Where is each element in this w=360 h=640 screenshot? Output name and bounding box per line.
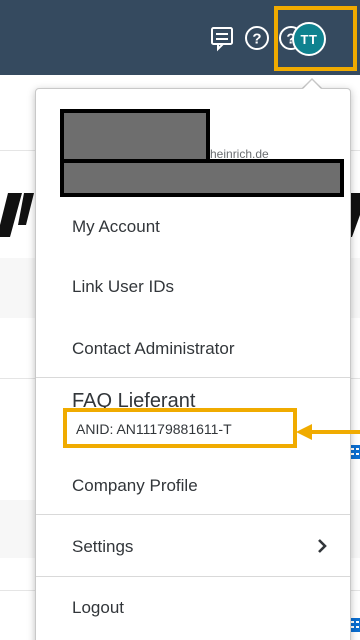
popover-arrow-fill (302, 80, 322, 90)
menu-separator (36, 514, 350, 515)
menu-separator (36, 377, 350, 378)
menu-item-contact-administrator[interactable]: Contact Administrator (72, 339, 235, 359)
menu-separator (36, 576, 350, 577)
callout-arrow-icon (296, 424, 360, 440)
anid-label: ANID: AN11179881611-T (76, 421, 232, 437)
chevron-right-icon (316, 538, 328, 554)
redacted-user-email (60, 159, 344, 197)
user-menu-popover: heinrich.de My Account Link User IDs Con… (35, 88, 351, 640)
avatar-highlight: TT (274, 6, 357, 71)
anid-highlight: ANID: AN11179881611-T (63, 408, 297, 448)
menu-item-logout[interactable]: Logout (72, 598, 124, 618)
top-bar: ? ? TT (0, 0, 360, 75)
feedback-icon[interactable] (208, 24, 236, 52)
menu-item-settings[interactable]: Settings (72, 537, 133, 557)
redacted-user-name (60, 109, 210, 163)
menu-item-link-user-ids[interactable]: Link User IDs (72, 277, 174, 297)
background-graphic (0, 193, 34, 237)
svg-text:?: ? (252, 31, 261, 48)
menu-item-company-profile[interactable]: Company Profile (72, 476, 198, 496)
help-icon[interactable]: ? (243, 24, 271, 52)
menu-item-my-account[interactable]: My Account (72, 217, 160, 237)
avatar-button[interactable]: TT (292, 22, 326, 56)
